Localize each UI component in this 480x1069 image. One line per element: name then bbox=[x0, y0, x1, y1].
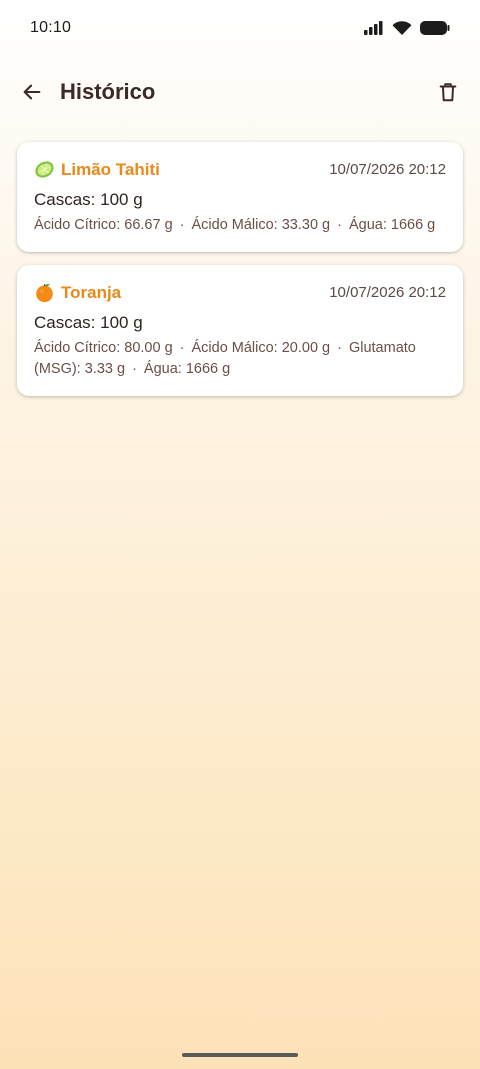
card-header: Limão Tahiti 10/07/2026 20:12 bbox=[34, 159, 446, 180]
home-indicator[interactable] bbox=[182, 1053, 298, 1057]
status-icons bbox=[364, 20, 450, 36]
card-details: Ácido Cítrico: 66.67 g · Ácido Málico: 33.… bbox=[34, 217, 436, 233]
card-title-wrap: Limão Tahiti bbox=[34, 159, 160, 180]
detail-citric: Ácido Cítrico: 66.67 g bbox=[34, 217, 173, 233]
card-title: Limão Tahiti bbox=[61, 159, 160, 179]
trash-icon bbox=[439, 83, 457, 102]
battery-icon bbox=[420, 21, 450, 35]
card-header: Toranja 10/07/2026 20:12 bbox=[34, 282, 446, 303]
card-title-wrap: Toranja bbox=[34, 282, 121, 303]
wifi-icon bbox=[392, 20, 412, 35]
detail-water: Água: 1666 g bbox=[348, 217, 436, 233]
card-peels: Cascas: 100 g bbox=[34, 313, 143, 332]
signal-icon bbox=[364, 21, 383, 35]
card-details: Ácido Cítrico: 80.00 g · Ácido Málico: 20.… bbox=[34, 340, 416, 377]
clear-history-button[interactable] bbox=[434, 78, 462, 106]
status-bar: 10:10 bbox=[0, 0, 480, 56]
orange-icon bbox=[34, 282, 55, 303]
detail-citric: Ácido Cítrico: 80.00 g bbox=[34, 340, 173, 356]
arrow-left-icon bbox=[23, 84, 41, 100]
detail-malic: Ácido Málico: 33.30 g bbox=[191, 217, 331, 233]
card-title: Toranja bbox=[61, 282, 122, 302]
history-card[interactable]: Limão Tahiti 10/07/2026 20:12 Cascas: 10… bbox=[17, 142, 463, 252]
card-date: 10/07/2026 20:12 bbox=[329, 161, 446, 178]
lime-icon bbox=[34, 159, 55, 180]
detail-malic: Ácido Málico: 20.00 g bbox=[191, 340, 331, 356]
card-date: 10/07/2026 20:12 bbox=[329, 284, 446, 301]
back-button[interactable] bbox=[18, 78, 46, 106]
history-card[interactable]: Toranja 10/07/2026 20:12 Cascas: 100 g Á… bbox=[17, 265, 463, 396]
history-list: Limão Tahiti 10/07/2026 20:12 Cascas: 10… bbox=[17, 142, 463, 409]
status-time: 10:10 bbox=[30, 19, 72, 36]
app-bar: Histórico bbox=[0, 64, 480, 120]
card-peels: Cascas: 100 g bbox=[34, 190, 143, 209]
detail-water: Água: 1666 g bbox=[143, 361, 231, 377]
page-title: Histórico bbox=[60, 79, 156, 104]
